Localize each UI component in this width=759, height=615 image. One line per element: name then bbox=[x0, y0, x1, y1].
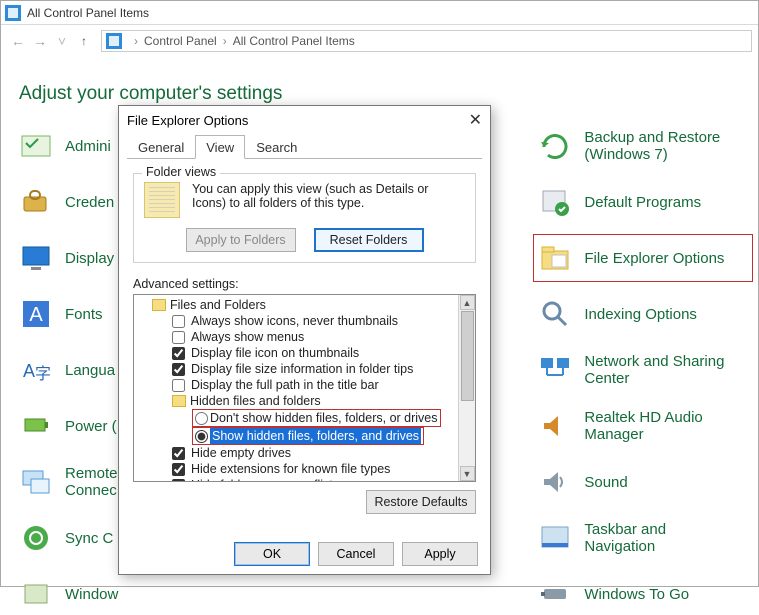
close-icon[interactable]: ✕ bbox=[469, 110, 482, 130]
item-sound[interactable]: Sound bbox=[538, 465, 740, 499]
advanced-settings-tree: Files and Folders Always show icons, nev… bbox=[133, 294, 476, 482]
page-title: Adjust your computer's settings bbox=[1, 57, 758, 105]
item-file-explorer-options[interactable]: File Explorer Options bbox=[533, 234, 753, 282]
control-panel-icon bbox=[5, 5, 21, 21]
item-backup-restore[interactable]: Backup and Restore (Windows 7) bbox=[538, 129, 740, 163]
checkbox[interactable] bbox=[172, 479, 185, 482]
scroll-up-icon[interactable]: ▲ bbox=[460, 295, 475, 310]
window-title: All Control Panel Items bbox=[27, 6, 149, 20]
scrollbar[interactable]: ▲ ▼ bbox=[458, 295, 475, 481]
folder-views-icon bbox=[144, 182, 180, 218]
breadcrumb-current[interactable]: All Control Panel Items bbox=[233, 34, 355, 48]
tree-item[interactable]: Always show menus bbox=[138, 329, 456, 345]
chevron-right-icon: › bbox=[134, 34, 138, 48]
apply-to-folders-button[interactable]: Apply to Folders bbox=[186, 228, 296, 252]
items-column-left: Admini Creden Display AFonts A字Langua Po… bbox=[19, 129, 118, 611]
up-button[interactable]: ↑ bbox=[73, 34, 95, 48]
chevron-right-icon: › bbox=[223, 34, 227, 48]
tree-item[interactable]: Hide extensions for known file types bbox=[138, 461, 456, 477]
tab-general[interactable]: General bbox=[127, 135, 195, 159]
cancel-button[interactable]: Cancel bbox=[318, 542, 394, 566]
tree-folder-hidden: Hidden files and folders bbox=[138, 393, 456, 409]
radio[interactable] bbox=[195, 430, 208, 443]
tree-item[interactable]: Display the full path in the title bar bbox=[138, 377, 456, 393]
navbar: ← → ˅ ↑ › Control Panel › All Control Pa… bbox=[1, 25, 758, 57]
forward-button[interactable]: → bbox=[29, 33, 51, 49]
item-credential-manager[interactable]: Creden bbox=[19, 185, 118, 219]
folder-views-label: Folder views bbox=[142, 165, 220, 179]
checkbox[interactable] bbox=[172, 379, 185, 392]
ok-button[interactable]: OK bbox=[234, 542, 310, 566]
reset-folders-button[interactable]: Reset Folders bbox=[314, 228, 424, 252]
item-default-programs[interactable]: Default Programs bbox=[538, 185, 740, 219]
recent-dropdown-icon[interactable]: ˅ bbox=[51, 33, 73, 49]
folder-icon bbox=[152, 299, 166, 311]
folder-icon bbox=[172, 395, 186, 407]
dialog-tabs: General View Search bbox=[127, 134, 482, 159]
apply-button[interactable]: Apply bbox=[402, 542, 478, 566]
dialog-title: File Explorer Options bbox=[127, 113, 248, 128]
checkbox[interactable] bbox=[172, 463, 185, 476]
address-icon bbox=[106, 33, 122, 49]
scroll-down-icon[interactable]: ▼ bbox=[460, 466, 475, 481]
tree-item[interactable]: Display file size information in folder … bbox=[138, 361, 456, 377]
item-remoteapp[interactable]: Remote Connec bbox=[19, 465, 118, 499]
control-panel-window: All Control Panel Items ← → ˅ ↑ › Contro… bbox=[0, 0, 759, 587]
item-windows-defender[interactable]: Window bbox=[19, 577, 118, 611]
breadcrumb-root[interactable]: Control Panel bbox=[144, 34, 217, 48]
svg-text:字: 字 bbox=[35, 365, 51, 383]
scrollbar-thumb[interactable] bbox=[461, 311, 474, 401]
folder-views-text: You can apply this view (such as Details… bbox=[192, 182, 465, 210]
item-display[interactable]: Display bbox=[19, 241, 118, 275]
item-language[interactable]: A字Langua bbox=[19, 353, 118, 387]
item-indexing-options[interactable]: Indexing Options bbox=[538, 297, 740, 331]
restore-defaults-button[interactable]: Restore Defaults bbox=[366, 490, 476, 514]
titlebar: All Control Panel Items bbox=[1, 1, 758, 25]
address-bar[interactable]: › Control Panel › All Control Panel Item… bbox=[101, 30, 752, 52]
tree-item[interactable]: Hide folder merge conflicts bbox=[138, 477, 456, 481]
radio[interactable] bbox=[195, 412, 208, 425]
item-sync-center[interactable]: Sync C bbox=[19, 521, 118, 555]
item-network-sharing[interactable]: Network and Sharing Center bbox=[538, 353, 740, 387]
checkbox[interactable] bbox=[172, 447, 185, 460]
advanced-settings-label: Advanced settings: bbox=[133, 277, 476, 291]
item-fonts[interactable]: AFonts bbox=[19, 297, 118, 331]
item-realtek-audio[interactable]: Realtek HD Audio Manager bbox=[538, 409, 740, 443]
tree-radio-item-selected[interactable]: Show hidden files, folders, and drives bbox=[138, 427, 456, 445]
items-column-right: Backup and Restore (Windows 7) Default P… bbox=[538, 129, 740, 611]
tab-view[interactable]: View bbox=[195, 135, 245, 159]
tree-radio-item[interactable]: Don't show hidden files, folders, or dri… bbox=[138, 409, 456, 427]
tree-root: Files and Folders bbox=[138, 297, 456, 313]
checkbox[interactable] bbox=[172, 363, 185, 376]
item-administrative-tools[interactable]: Admini bbox=[19, 129, 118, 163]
tree-item[interactable]: Hide empty drives bbox=[138, 445, 456, 461]
svg-text:A: A bbox=[29, 304, 43, 326]
checkbox[interactable] bbox=[172, 315, 185, 328]
item-power-options[interactable]: Power ( bbox=[19, 409, 118, 443]
checkbox[interactable] bbox=[172, 347, 185, 360]
tab-search[interactable]: Search bbox=[245, 135, 308, 159]
item-taskbar-nav[interactable]: Taskbar and Navigation bbox=[538, 521, 740, 555]
file-explorer-options-dialog: File Explorer Options ✕ General View Sea… bbox=[118, 105, 491, 575]
tree-item[interactable]: Always show icons, never thumbnails bbox=[138, 313, 456, 329]
tree-item[interactable]: Display file icon on thumbnails bbox=[138, 345, 456, 361]
svg-text:A: A bbox=[23, 361, 35, 381]
back-button[interactable]: ← bbox=[7, 33, 29, 49]
folder-views-group: Folder views You can apply this view (su… bbox=[133, 173, 476, 263]
checkbox[interactable] bbox=[172, 331, 185, 344]
item-windows-to-go[interactable]: Windows To Go bbox=[538, 577, 740, 611]
